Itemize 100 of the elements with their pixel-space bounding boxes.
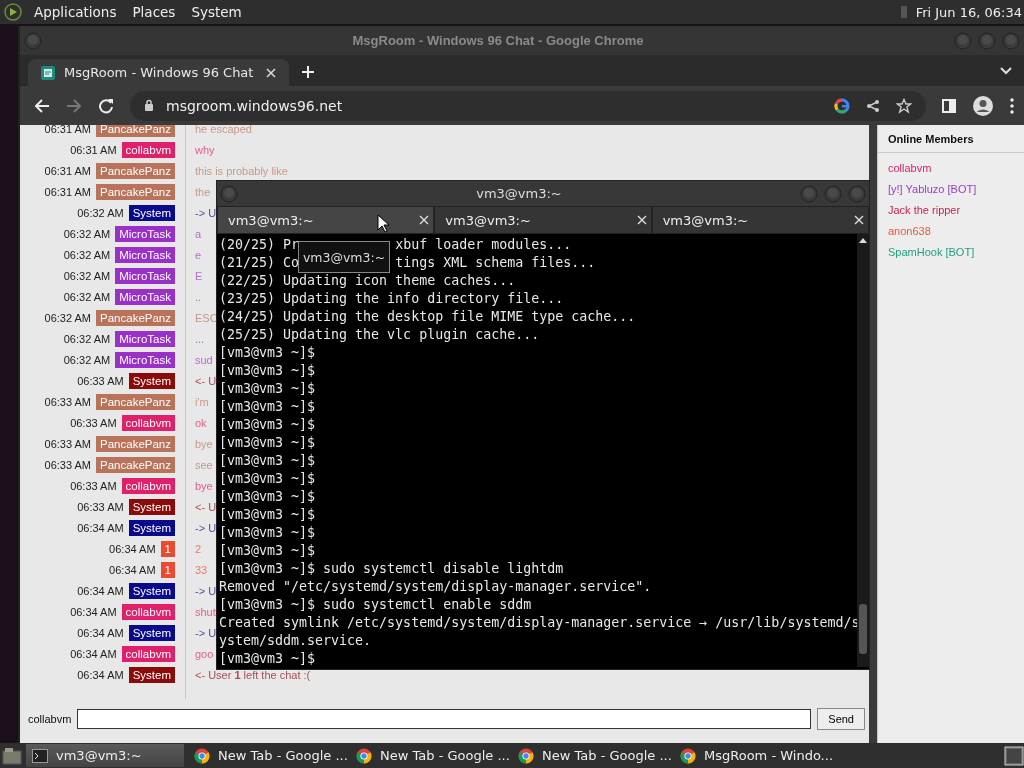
workspace-icon[interactable] <box>1004 745 1024 766</box>
panel-menu[interactable]: Applications <box>30 4 121 20</box>
terminal-text: [vm3@vm3 ~]$ <box>219 524 316 542</box>
message-text: e <box>195 248 202 261</box>
menu-icon[interactable] <box>1010 97 1014 114</box>
send-button[interactable]: Send <box>817 708 865 730</box>
window-title: MsgRoom - Windows 96 Chat - Google Chrome <box>351 33 645 48</box>
message-text: ok <box>195 416 207 429</box>
username-tag: System <box>128 582 175 599</box>
message-text: 2 <box>195 542 202 555</box>
close-icon[interactable] <box>419 215 430 225</box>
username-tag: collabvm <box>121 603 175 620</box>
username-tag: System <box>128 498 175 515</box>
terminal-text: [vm3@vm3 ~]$ <box>219 650 316 668</box>
message-text: sud <box>195 353 213 366</box>
taskbar-item[interactable]: New Tab - Google ... <box>188 744 346 767</box>
terminal-tab[interactable]: vm3@vm3:~ <box>217 206 435 234</box>
message-text: ... <box>195 332 205 345</box>
browser-tab[interactable]: MsgRoom - Windows 96 Chat <box>28 59 290 86</box>
close-icon[interactable] <box>636 215 647 225</box>
scrollbar[interactable] <box>869 125 877 743</box>
clock[interactable]: Fri Jun 16, 06:34 <box>915 4 1022 20</box>
message-text: -> U <box>195 626 217 639</box>
username-tag: MicroTask <box>115 288 175 305</box>
username-tag: MicroTask <box>115 267 175 284</box>
chrome-icon <box>194 747 210 764</box>
message-text: -> U <box>195 206 217 219</box>
scrollbar-drawing[interactable] <box>857 234 869 667</box>
message-text: bye <box>195 479 213 492</box>
member-name[interactable]: collabvm <box>878 158 1024 179</box>
close-icon[interactable] <box>265 66 278 79</box>
show-desktop-icon[interactable] <box>2 746 22 765</box>
username-tag: MicroTask <box>115 225 175 242</box>
star-icon[interactable] <box>896 97 912 114</box>
terminal-tab[interactable]: vm3@vm3:~ <box>434 206 652 234</box>
username-tag: PancakePanz <box>96 393 175 410</box>
username-tag: PancakePanz <box>96 456 175 473</box>
message-text: see <box>195 458 213 471</box>
username-tag: System <box>128 519 175 536</box>
message-time: 06:34 AM <box>77 668 124 681</box>
message-time: 06:31 AM <box>44 164 92 177</box>
google-icon[interactable] <box>834 97 850 114</box>
back-icon[interactable] <box>34 97 50 114</box>
message-text: goo <box>195 647 214 660</box>
terminal-text: [vm3@vm3 ~]$ <box>219 470 316 488</box>
username-tag: 1 <box>160 561 175 578</box>
chrome-icon <box>518 747 534 764</box>
terminal-text: [vm3@vm3 ~]$ sudo systemctl disable lightdm <box>219 560 564 578</box>
address-bar[interactable]: msgroom.windows96.net <box>130 90 926 121</box>
profile-icon[interactable] <box>972 94 994 117</box>
taskbar-item[interactable]: New Tab - Google ... <box>512 744 670 767</box>
mouse-pointer-icon <box>377 214 389 233</box>
taskbar-item[interactable]: New Tab - Google ... <box>350 744 508 767</box>
terminal-text: [vm3@vm3 ~]$ <box>219 506 316 524</box>
username-tag: collabvm <box>121 645 175 662</box>
terminal-text: [vm3@vm3 ~]$ <box>219 362 316 380</box>
message-time: 06:34 AM <box>77 584 124 597</box>
message-time: 06:33 AM <box>44 458 92 471</box>
terminal-text: Removed "/etc/systemd/system/display-manager.service". <box>219 578 652 596</box>
message-time: 06:34 AM <box>77 626 124 639</box>
new-tab-icon[interactable] <box>301 65 316 79</box>
message-text: i'm <box>195 395 209 408</box>
message-time: 06:32 AM <box>77 206 124 219</box>
logo-icon[interactable] <box>4 3 22 21</box>
terminal-text: [vm3@vm3 ~]$ <box>219 488 316 506</box>
message-field[interactable] <box>77 709 812 729</box>
username-tag: MicroTask <box>115 351 175 368</box>
message-time: 06:33 AM <box>70 416 117 429</box>
username-tag: PancakePanz <box>96 435 175 452</box>
panel-menu[interactable]: Places <box>128 4 180 20</box>
username-tag: PancakePanz <box>96 162 175 179</box>
username-tag: MicroTask <box>115 330 175 347</box>
member-name[interactable]: Jack the ripper <box>878 200 1024 221</box>
reload-icon[interactable] <box>98 97 114 114</box>
message-text: -> U <box>195 521 217 534</box>
message-time: 06:34 AM <box>70 605 117 618</box>
username-tag: PancakePanz <box>96 183 175 200</box>
terminal-text: (23/25) Updating the info directory file... <box>219 290 564 308</box>
message-text: shut <box>195 605 216 618</box>
message-text: a <box>195 227 202 240</box>
message-text: this is probably like <box>195 164 288 177</box>
message-text: .. <box>195 290 202 303</box>
taskbar-item[interactable]: MsgRoom - Windo... <box>674 744 832 767</box>
taskbar-item[interactable]: vm3@vm3:~ <box>26 744 184 767</box>
tab-label: MsgRoom - Windows 96 Chat <box>64 65 254 80</box>
close-icon[interactable] <box>854 215 864 225</box>
side-panel-icon[interactable] <box>942 98 956 113</box>
terminal-text: [vm3@vm3 ~]$ sudo systemctl enable sddm <box>219 596 532 614</box>
terminal-text: (20/25) Pr <box>219 236 300 254</box>
message-time: 06:33 AM <box>44 395 92 408</box>
message-text: the <box>195 185 211 198</box>
chevron-down-icon[interactable] <box>1000 67 1012 75</box>
member-name[interactable]: [y!] Yabluzo [BOT] <box>878 179 1024 200</box>
message-time: 06:31 AM <box>70 143 117 156</box>
panel-menu[interactable]: System <box>187 4 246 20</box>
share-icon[interactable] <box>866 98 880 113</box>
terminal-tab[interactable]: vm3@vm3:~ <box>651 206 869 234</box>
terminal-text: ystem/sddm.service. <box>219 632 372 650</box>
terminal-text: (24/25) Updating the desktop file MIME type cache... <box>219 308 636 326</box>
message-time: 06:33 AM <box>70 479 117 492</box>
